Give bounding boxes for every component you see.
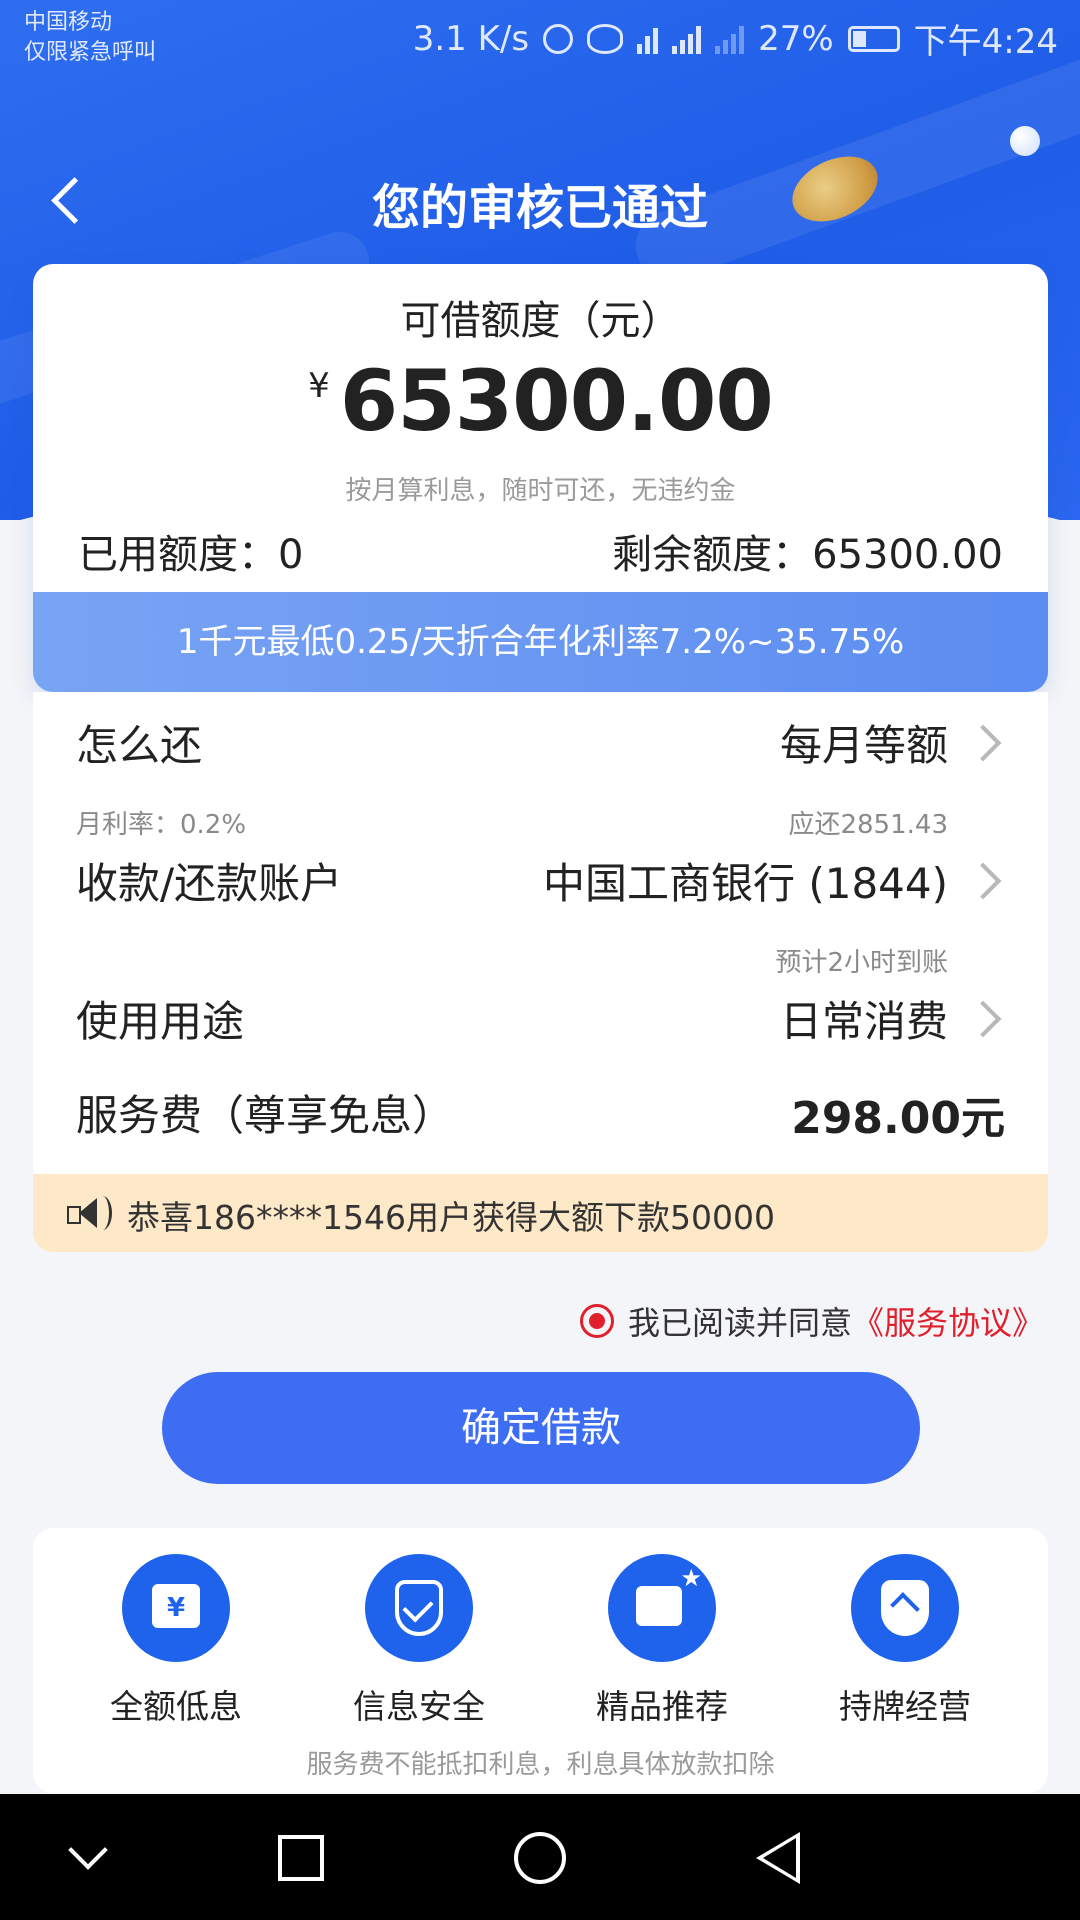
purpose-label: 使用用途 <box>76 997 245 1046</box>
account-label: 收款/还款账户 <box>76 859 343 908</box>
monthly-rate: 月利率：0.2% <box>76 810 247 840</box>
feature-recommend[interactable]: 精品推荐 <box>562 1554 762 1728</box>
features-card: ¥ 全额低息 信息安全 精品推荐 持牌经营 服务费不能抵扣利息，利息具体放款扣除 <box>33 1528 1048 1793</box>
remaining-limit: 剩余额度：65300.00 <box>612 532 1003 578</box>
collapse-icon[interactable] <box>62 1832 114 1884</box>
home-icon[interactable] <box>514 1832 566 1884</box>
monthly-payment: 应还2851.43 <box>788 810 948 840</box>
back-triangle-icon[interactable] <box>756 1832 800 1884</box>
alarm-icon <box>543 23 574 54</box>
thumbs-up-icon <box>608 1554 716 1662</box>
arrival-time: 预计2小时到账 <box>775 948 948 978</box>
carrier-status: 仅限紧急呼叫 <box>24 40 157 65</box>
recent-apps-icon[interactable] <box>278 1835 324 1881</box>
status-indicators: 3.1 K/s 27% 下午4:24 <box>413 14 1058 63</box>
carrier-info: 中国移动 仅限紧急呼叫 <box>24 8 156 68</box>
agree-text: 我已阅读并同意 <box>627 1304 852 1342</box>
notice-text: 恭喜186****1546用户获得大额下款50000 <box>127 1198 775 1237</box>
notice-bar: 恭喜186****1546用户获得大额下款50000 <box>33 1174 1048 1252</box>
eye-icon <box>587 23 624 54</box>
wifi-icon <box>637 24 659 54</box>
amount-row: ¥65300.00 <box>33 352 1048 450</box>
service-fee-row: 服务费（尊享免息） 298.00元 <box>33 1082 1048 1152</box>
page-title: 您的审核已通过 <box>371 180 708 236</box>
credit-limit-card: 可借额度（元） ¥65300.00 按月算利息，随时可还，无违约金 已用额度：0… <box>33 264 1048 692</box>
agree-radio[interactable] <box>579 1304 614 1338</box>
feature-label: 信息安全 <box>353 1687 485 1726</box>
account-value: 中国工商银行 (1844) <box>542 859 948 908</box>
nav-bar: 您的审核已通过 <box>0 150 1080 250</box>
decorative-ball <box>1010 126 1040 156</box>
network-speed: 3.1 K/s <box>412 18 530 59</box>
used-limit: 已用额度：0 <box>78 532 304 578</box>
feature-label: 精品推荐 <box>596 1687 728 1726</box>
limit-amount: 65300.00 <box>339 352 774 450</box>
feature-info-security[interactable]: 信息安全 <box>319 1554 519 1728</box>
battery-icon <box>847 25 900 52</box>
features-note: 服务费不能抵扣利息，利息具体放款扣除 <box>306 1750 775 1780</box>
system-nav-bar <box>0 1794 1080 1920</box>
shield-check-icon <box>365 1554 473 1662</box>
limit-label: 可借额度（元） <box>400 298 681 344</box>
rate-banner: 1千元最低0.25/天折合年化利率7.2%~35.75% <box>33 592 1048 692</box>
signal-off-icon <box>715 24 745 54</box>
speaker-wave <box>93 1196 112 1230</box>
service-agreement-link[interactable]: 《服务协议》 <box>852 1298 1044 1344</box>
carrier-name: 中国移动 <box>24 10 113 35</box>
battery-percent: 27% <box>758 18 834 59</box>
chevron-right-icon <box>964 862 1002 900</box>
calendar-yen-icon: ¥ <box>122 1554 230 1662</box>
feature-licensed[interactable]: 持牌经营 <box>805 1554 1005 1728</box>
repay-method-label: 怎么还 <box>76 721 203 770</box>
account-row[interactable]: 收款/还款账户 中国工商银行 (1844) 预计2小时到账 <box>33 850 1048 978</box>
feature-low-interest[interactable]: ¥ 全额低息 <box>76 1554 276 1728</box>
feature-label: 持牌经营 <box>839 1687 971 1726</box>
service-fee-label: 服务费（尊享免息） <box>76 1091 455 1140</box>
limit-subtitle: 按月算利息，随时可还，无违约金 <box>345 476 736 506</box>
chevron-right-icon <box>964 1000 1002 1038</box>
confirm-loan-button[interactable]: 确定借款 <box>162 1372 920 1484</box>
purpose-value: 日常消费 <box>779 997 948 1046</box>
clock: 下午4:24 <box>913 22 1058 62</box>
agreement: 我已阅读并同意 《服务协议》 <box>579 1298 1044 1344</box>
status-bar: 中国移动 仅限紧急呼叫 3.1 K/s 27% 下午4:24 <box>0 0 1080 80</box>
loan-details-card: 怎么还 每月等额 月利率：0.2% 应还2851.43 收款/还款账户 中国工商… <box>33 692 1048 1252</box>
chevron-right-icon <box>964 724 1002 762</box>
licensed-shield-icon <box>851 1554 959 1662</box>
service-fee-value: 298.00元 <box>791 1093 1005 1144</box>
currency-symbol: ¥ <box>308 366 330 406</box>
signal-4g-icon <box>672 24 702 54</box>
feature-label: 全额低息 <box>110 1687 242 1726</box>
purpose-row[interactable]: 使用用途 日常消费 <box>33 988 1048 1058</box>
repay-method-value: 每月等额 <box>779 721 948 770</box>
repay-method-row[interactable]: 怎么还 每月等额 月利率：0.2% 应还2851.43 <box>33 712 1048 840</box>
